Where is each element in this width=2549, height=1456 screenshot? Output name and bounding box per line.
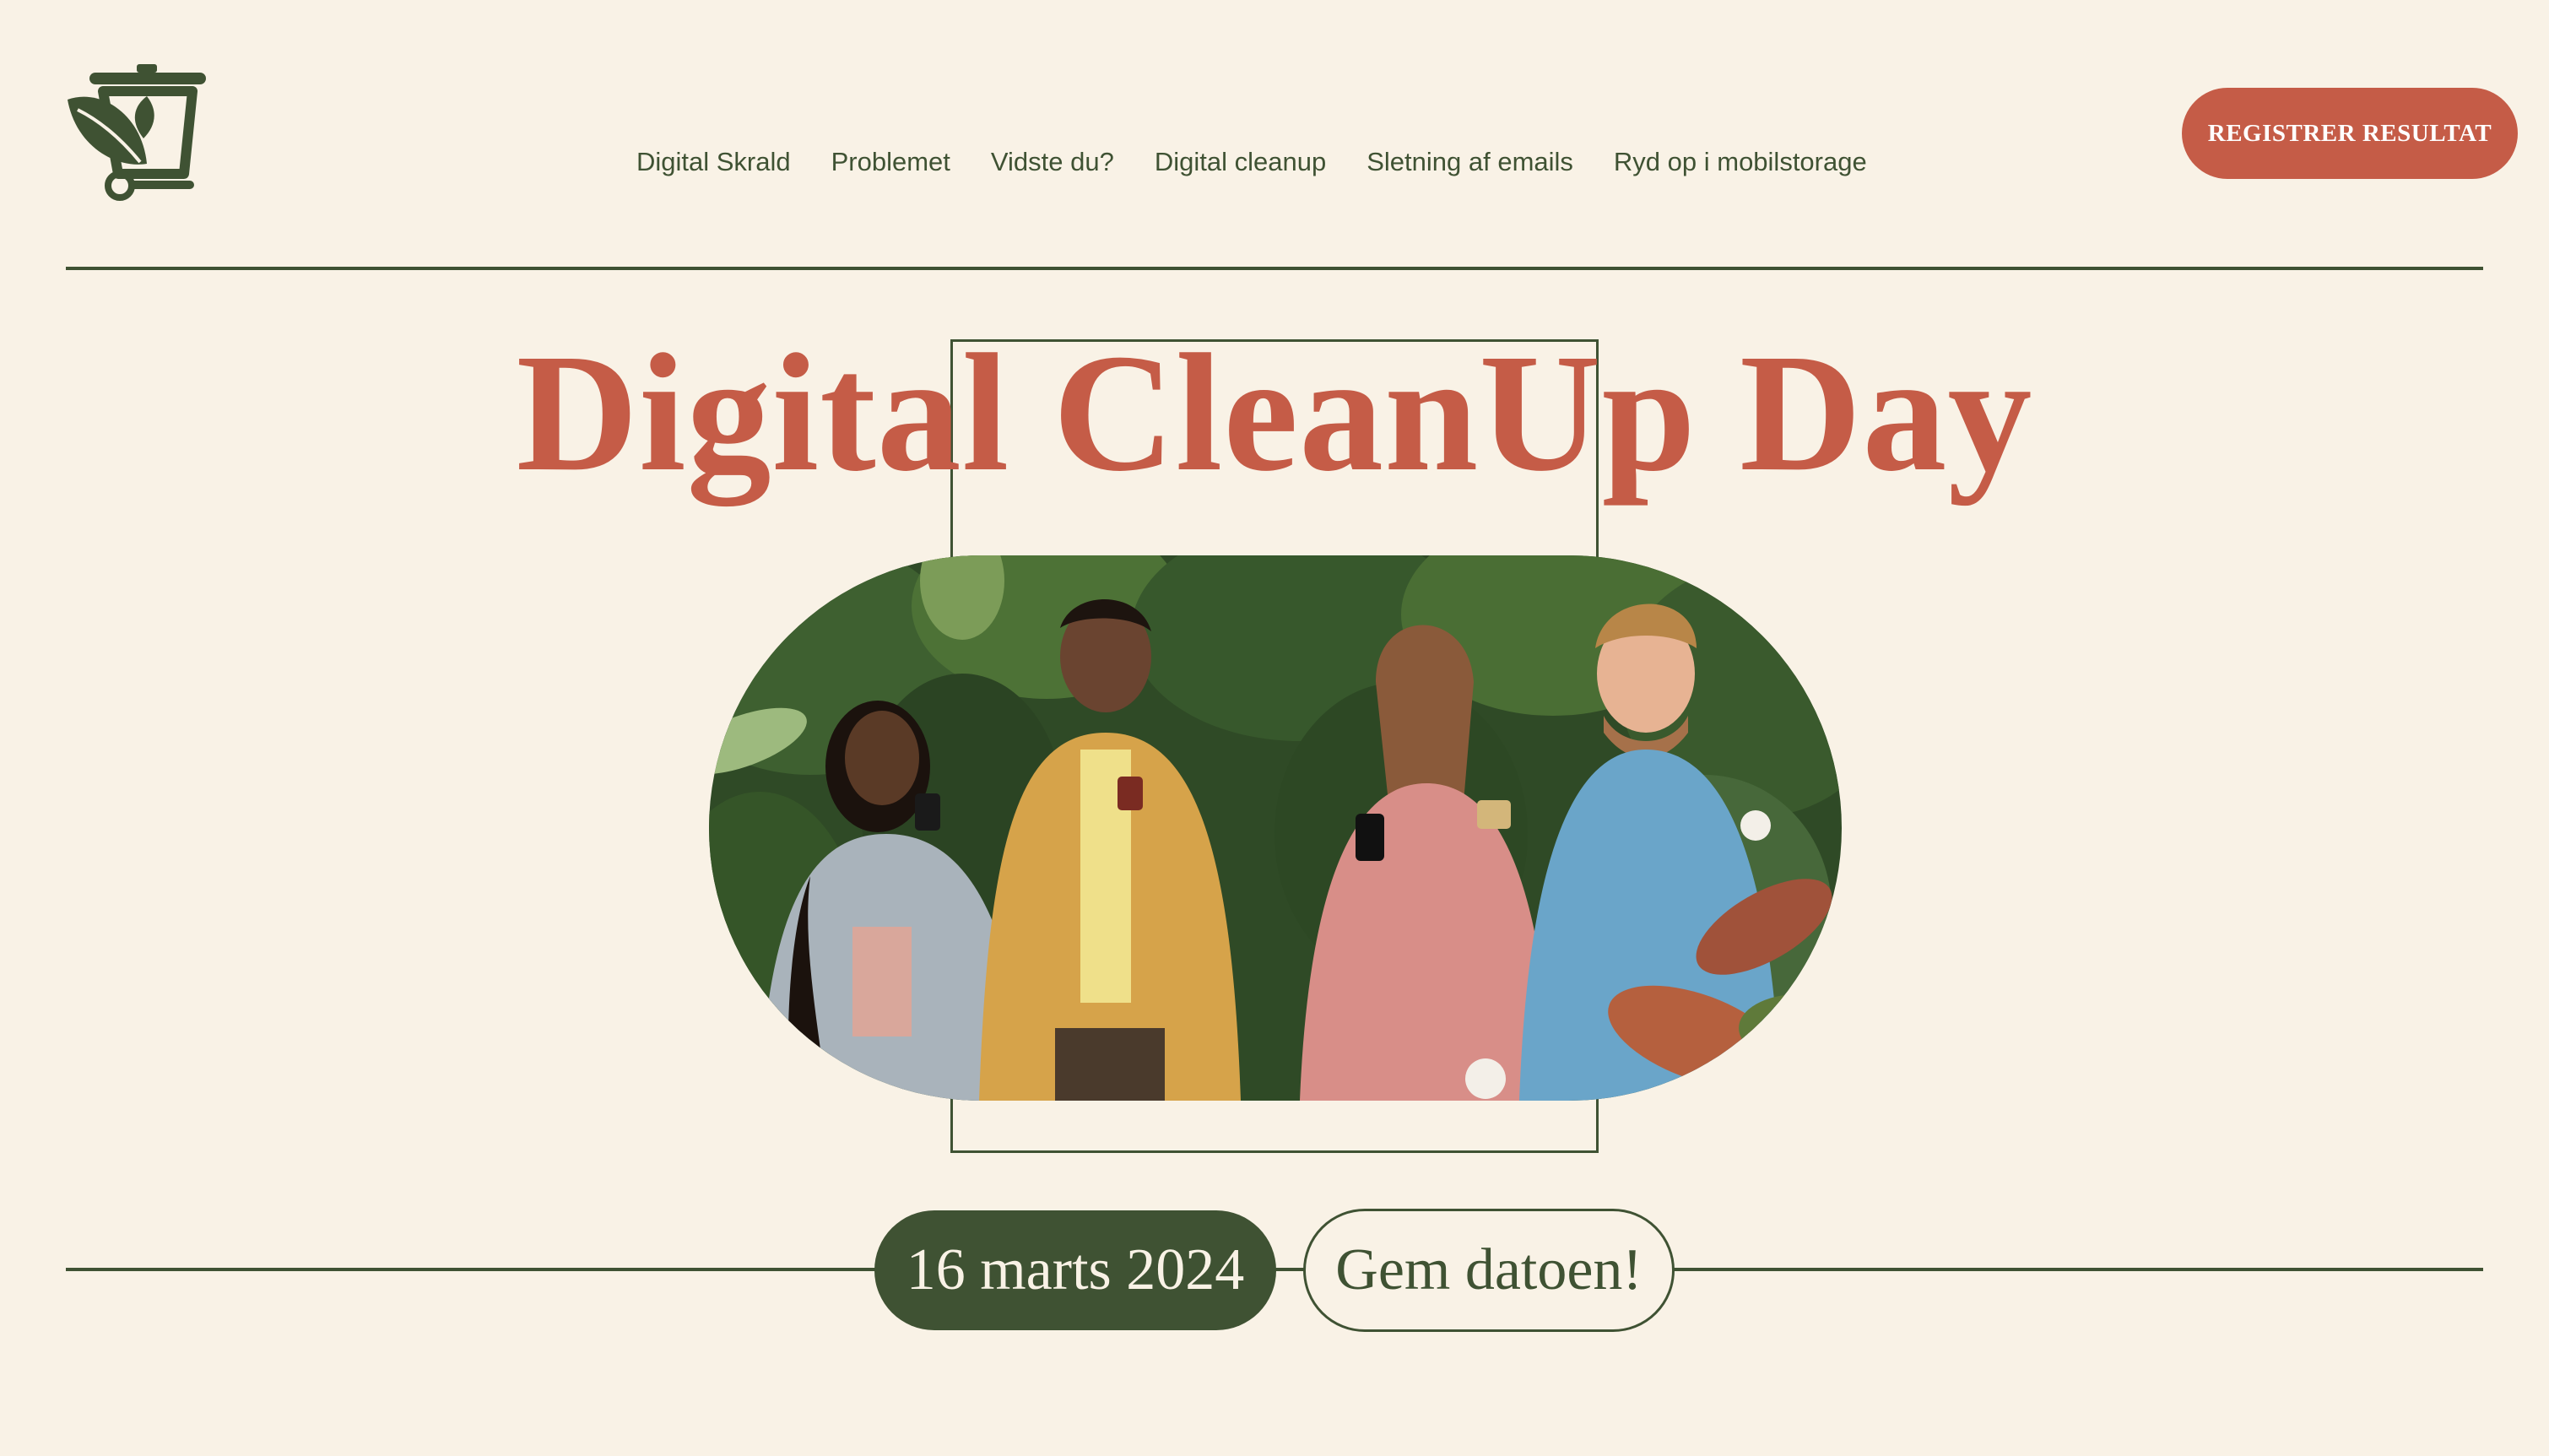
event-date-badge: 16 marts 2024 — [874, 1210, 1276, 1330]
hero-image — [709, 555, 1842, 1101]
nav-item-problemet[interactable]: Problemet — [831, 147, 950, 177]
hero-title: Digital CleanUp Day — [516, 320, 2033, 506]
trash-bin-leaf-icon — [68, 64, 206, 201]
main-nav: Digital Skrald Problemet Vidste du? Digi… — [636, 140, 1867, 184]
nav-item-vidste-du[interactable]: Vidste du? — [991, 147, 1114, 177]
nav-item-ryd-op-i-mobilstorage[interactable]: Ryd op i mobilstorage — [1614, 147, 1867, 177]
logo[interactable] — [66, 62, 208, 203]
nav-item-digital-cleanup[interactable]: Digital cleanup — [1155, 147, 1326, 177]
header-divider — [66, 267, 2483, 270]
nav-item-digital-skrald[interactable]: Digital Skrald — [636, 147, 791, 177]
people-using-phones-photo — [709, 555, 1842, 1101]
nav-item-sletning-af-emails[interactable]: Sletning af emails — [1367, 147, 1573, 177]
register-result-button[interactable]: REGISTRER RESULTAT — [2182, 88, 2518, 179]
save-date-button[interactable]: Gem datoen! — [1303, 1209, 1675, 1332]
